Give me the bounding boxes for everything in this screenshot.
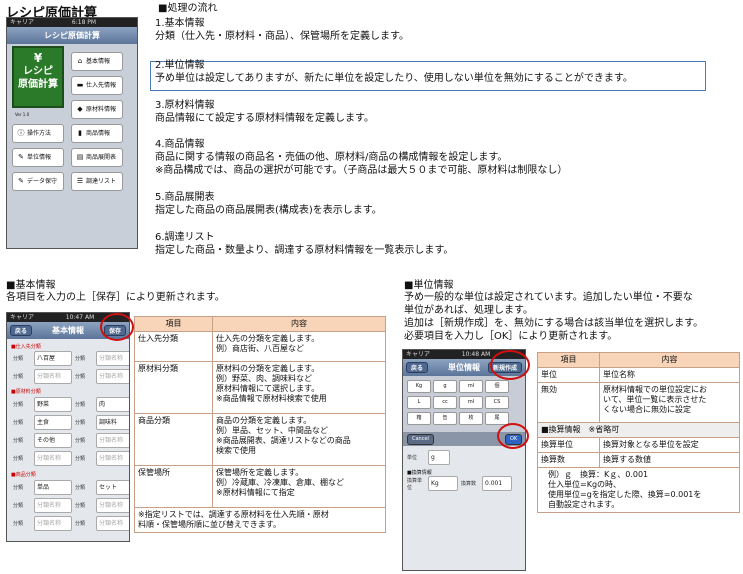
menu-nav-title: レシピ原価計算 xyxy=(7,27,137,44)
basic-table: 項目 内容 仕入先分類 仕入先の分類を定義します。 例）商店街、八百屋など 原材料分… xyxy=(134,316,386,533)
flow-item-title: 2.単位情報 xyxy=(155,60,205,71)
info-icon: ⓘ xyxy=(17,129,25,137)
basic-desc: 各項目を入力の上［保存］により更新されます。 xyxy=(6,292,225,303)
category-field[interactable]: 単品 xyxy=(34,480,72,495)
menu-help-button[interactable]: ⓘ 操作方法 xyxy=(12,124,64,143)
table-cell: 商品の分類を定義します。 例）単品、セット、中間品など ※商品展開表、調達リスト… xyxy=(212,413,386,466)
conv-num-field[interactable]: 0.001 xyxy=(482,476,512,491)
table-cell: 商品分類 xyxy=(134,413,213,466)
menu-data-button[interactable]: ✎ データ保守 xyxy=(12,172,64,191)
ok-highlight-ring xyxy=(497,423,529,449)
wrench-icon: ✎ xyxy=(18,153,24,161)
table-cell: 換算対象となる単位を設定 xyxy=(599,437,740,453)
section-material: ■原材料分類 xyxy=(11,389,41,395)
table-cell: 保管場所を定義します。 例）冷蔵庫、冷凍庫、倉庫、棚など ※原材料情報にて指定 xyxy=(212,465,386,508)
menu-unit-button[interactable]: ✎ 単位情報 xyxy=(12,148,64,167)
table-icon: ▤ xyxy=(76,153,84,161)
conv-unit-field[interactable]: Kg xyxy=(428,476,458,491)
unit-desc: 予め一般的な単位は設定されています。追加したい単位・不要な xyxy=(404,292,693,303)
section-supplier: ■仕入先分類 xyxy=(11,344,41,350)
category-field[interactable]: 八百屋 xyxy=(34,351,72,366)
table-note: 例）ｇ 換算：Kｇ、0.001 仕入単位=Kgの時、 使用単位=gを指定した際、… xyxy=(537,467,740,513)
flow-item-title: 6.調達リスト xyxy=(155,232,215,243)
unit-screenshot: キャリア 10:48 AM 単位情報 戻る 新規作成 Kg g ml 個 L cc… xyxy=(402,349,526,571)
table-cell: 原材料の分類を定義します。 例）野菜、肉、調味料など 原材料情報にて選択します。… xyxy=(212,361,386,414)
flow-item-text: 指定した商品・数量より、調達する原材料情報を一覧表示します。 xyxy=(155,245,454,256)
table-cell: 仕入先の分類を定義します。 例）商店街、八百屋など xyxy=(212,331,386,362)
category-field[interactable]: その他 xyxy=(34,433,72,448)
menu-supplier-button[interactable]: ▬ 仕入先情報 xyxy=(71,76,123,95)
category-field[interactable]: セット xyxy=(96,480,129,495)
flow-item-title: 3.原材料情報 xyxy=(155,100,215,111)
unit-field[interactable]: g xyxy=(428,450,450,465)
cancel-button[interactable]: Cancel xyxy=(407,434,434,445)
table-section: ■換算情報 ※省略可 xyxy=(537,422,740,438)
category-field[interactable]: 分類名称 xyxy=(96,369,129,384)
flow-item-text: ※商品構成では、商品の選択が可能です。（子商品は最大５０まで可能、原材料は制限な… xyxy=(155,165,568,176)
category-field[interactable]: 調味料 xyxy=(96,415,129,430)
table-cell: 原材料情報での単位設定にお いて、単位一覧に表示させた くない場合に無効に設定 xyxy=(599,382,740,423)
table-cell: 換算単位 xyxy=(537,437,600,453)
book-icon: ▮ xyxy=(78,129,82,137)
unit-desc: 必要項目を入力し［OK］により更新されます。 xyxy=(404,331,618,342)
wrench-icon: ✎ xyxy=(18,177,24,185)
category-field[interactable]: 分類名称 xyxy=(34,516,72,531)
category-field[interactable]: 分類名称 xyxy=(96,451,129,466)
flow-item-title: 4.商品情報 xyxy=(155,139,205,150)
flow-item-title: 1.基本情報 xyxy=(155,18,205,29)
menu-material-button[interactable]: ◆ 原材料情報 xyxy=(71,100,123,119)
home-icon: ⌂ xyxy=(77,57,83,65)
category-field[interactable]: 分類名称 xyxy=(34,369,72,384)
flow-item-text: 商品情報にて設定する原材料情報を定義します。 xyxy=(155,113,374,124)
category-field[interactable]: 分類名称 xyxy=(96,351,129,366)
material-icon: ◆ xyxy=(77,105,83,113)
back-button[interactable]: 戻る xyxy=(406,362,429,373)
menu-basic-button[interactable]: ⌂ 基本情報 xyxy=(71,52,123,71)
category-field[interactable]: 分類名称 xyxy=(96,516,129,531)
table-cell: 換算する数値 xyxy=(599,452,740,468)
flow-heading: ■処理の流れ xyxy=(158,3,218,14)
table-cell: 仕入先分類 xyxy=(134,331,213,362)
flow-item-text: 商品に関する情報の商品名・売価の他、原材料/商品の構成情報を設定します。 xyxy=(155,152,508,163)
version-label: Ver 1.0 xyxy=(15,112,30,117)
yen-icon: ¥ xyxy=(33,51,43,65)
flow-item-title: 5.商品展開表 xyxy=(155,192,215,203)
unit-table: 項目 内容 単位 単位名称 無効 原材料情報での単位設定にお いて、単位一覧に表示させ… xyxy=(537,352,740,513)
category-field[interactable]: 分類名称 xyxy=(34,451,72,466)
unit-desc: 追加は［新規作成］を、無効にする場合は該当単位を選択します。 xyxy=(404,318,704,329)
menu-list-button[interactable]: ☰ 調達リスト xyxy=(71,172,123,191)
category-field[interactable]: 主食 xyxy=(34,415,72,430)
flow-item-text: 予め単位は設定してありますが、新たに単位を設定したり、使用しない単位を無効にする… xyxy=(155,73,633,84)
category-field[interactable]: 分類名称 xyxy=(34,498,72,513)
table-cell: 換算数 xyxy=(537,452,600,468)
table-cell: 無効 xyxy=(537,382,600,423)
unit-heading: ■単位情報 xyxy=(404,280,454,291)
save-highlight-ring xyxy=(100,313,134,341)
status-bar: キャリア 6:18 PM xyxy=(7,18,137,27)
category-field[interactable]: 野菜 xyxy=(34,397,72,412)
table-cell: 単位名称 xyxy=(599,367,740,383)
new-highlight-ring xyxy=(490,350,530,380)
list-icon: ☰ xyxy=(76,177,84,185)
basic-screenshot: キャリア 10:47 AM 基本情報 戻る 保存 ■仕入先分類 分類 八百屋 分類 分類… xyxy=(6,312,130,542)
app-logo: ¥ レシピ 原価計算 xyxy=(12,46,64,108)
unit-desc: 単位があれば、処理します。 xyxy=(404,305,533,316)
flow-item-text: 指定した商品の商品展開表(構成表)を表示します。 xyxy=(155,205,382,216)
category-field[interactable]: 分類名称 xyxy=(96,433,129,448)
menu-screenshot: キャリア 6:18 PM レシピ原価計算 ¥ レシピ 原価計算 Ver 1.0 ⌂… xyxy=(6,17,138,249)
menu-product-button[interactable]: ▮ 商品情報 xyxy=(71,124,123,143)
table-note: ※指定リストでは、調達する原材料を仕入先順・原材 料順・保管場所順に並び替えでき… xyxy=(134,507,386,533)
table-cell: 保管場所 xyxy=(134,465,213,508)
table-cell: 単位 xyxy=(537,367,600,383)
truck-icon: ▬ xyxy=(76,81,84,89)
table-cell: 原材料分類 xyxy=(134,361,213,414)
back-button[interactable]: 戻る xyxy=(10,325,33,336)
category-field[interactable]: 分類名称 xyxy=(96,498,129,513)
section-product: ■商品分類 xyxy=(11,472,36,478)
menu-expand-button[interactable]: ▤ 商品展開表 xyxy=(71,148,123,167)
category-field[interactable]: 肉 xyxy=(96,397,129,412)
flow-item-text: 分類（仕入先・原材料・商品）、保管場所を定義します。 xyxy=(155,31,409,42)
basic-heading: ■基本情報 xyxy=(6,280,56,291)
